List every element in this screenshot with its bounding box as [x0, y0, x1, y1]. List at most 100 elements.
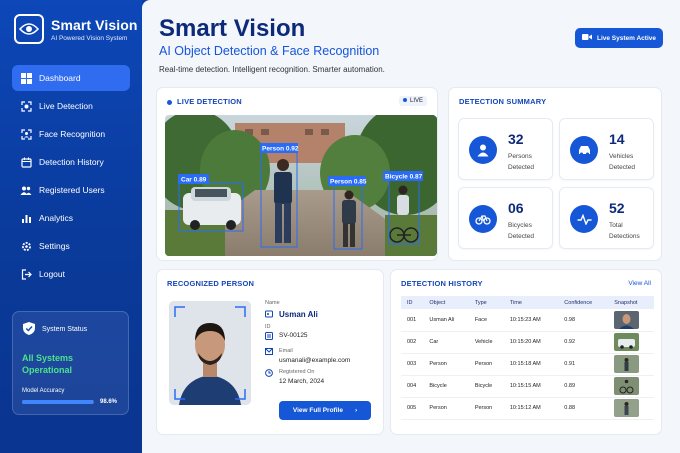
cell-type: Vehicle [468, 331, 504, 354]
logout-icon [20, 268, 32, 280]
live-system-button[interactable]: Live System Active [575, 28, 663, 48]
camera-feed[interactable]: Car 0.89 Person 0.92 Person 0.85 Bicycle… [165, 115, 437, 256]
bicycle-icon [469, 205, 497, 233]
stat-value: 14 [609, 131, 625, 147]
nav-item-dashboard[interactable]: Dashboard [12, 65, 130, 91]
snapshot-thumbnail[interactable] [614, 355, 640, 373]
stat-value: 06 [508, 200, 524, 216]
person-id: SV-00125 [279, 332, 308, 339]
calendar-icon [20, 156, 32, 168]
view-full-profile-button[interactable]: View Full Profile › [279, 401, 371, 420]
cell-time: 10:15:15 AM [503, 375, 559, 398]
cell-id: 002 [401, 331, 424, 354]
stat-value: 52 [609, 200, 625, 216]
eye-logo-icon [14, 14, 44, 44]
column-header-id: ID [401, 296, 424, 309]
cell-confidence: 0.88 [558, 397, 609, 420]
stat-label: Total Detections [609, 222, 640, 240]
person-email: usmanali@example.com [279, 357, 351, 364]
snapshot-thumbnail[interactable] [614, 333, 640, 351]
cell-time: 10:15:12 AM [503, 397, 559, 420]
recognized-person-card: RECOGNIZED PERSON Name Usman Ali ID SV-0… [156, 269, 384, 435]
live-indicator-dot [167, 99, 172, 105]
snapshot-thumbnail[interactable] [614, 310, 640, 329]
nav-item-label: Dashboard [39, 73, 81, 83]
detection-label-person-1: Person 0.92 [262, 146, 299, 153]
nav-item-label: Detection History [39, 157, 104, 167]
users-icon [20, 184, 32, 196]
face-scan-icon [20, 128, 32, 140]
table-row[interactable]: 001 Usman Ali Face 10:15:23 AM 0.98 [401, 309, 654, 332]
cell-confidence: 0.91 [558, 353, 609, 376]
stat-total: 52 Total Detections [559, 187, 654, 249]
column-header-type: Type [468, 296, 504, 309]
detection-history-card: DETECTION HISTORY View All ID Object Typ… [390, 269, 662, 435]
stat-vehicles: 14 Vehicles Detected [559, 118, 654, 180]
cell-object: Car [423, 331, 469, 354]
view-all-link[interactable]: View All [628, 280, 651, 287]
registered-label: Registered On [279, 369, 315, 375]
cell-time: 10:15:23 AM [503, 309, 559, 332]
nav-item-label: Face Recognition [39, 129, 106, 139]
person-name: Usman Ali [279, 310, 318, 319]
detection-label-bicycle: Bicycle 0.87 [385, 174, 423, 181]
column-header-snapshot: Snapshot [608, 296, 654, 309]
cell-confidence: 0.98 [558, 309, 609, 332]
nav-item-logout[interactable]: Logout [12, 261, 130, 287]
nav-item-settings[interactable]: Settings [12, 233, 130, 259]
stat-bicycles: 06 Bicycles Detected [458, 187, 553, 249]
bar-chart-icon [20, 212, 32, 224]
stat-label: Bicycles Detected [508, 222, 535, 240]
detection-history-title: DETECTION HISTORY [401, 279, 483, 288]
id-card-icon [265, 310, 275, 320]
gear-icon [20, 240, 32, 252]
model-accuracy-value: 98.6% [100, 399, 118, 405]
live-badge-text: LIVE [409, 98, 423, 104]
brand-name: Smart Vision [51, 16, 138, 33]
detection-summary-title: DETECTION SUMMARY [459, 97, 547, 106]
cell-type: Bicycle [468, 375, 504, 398]
nav-item-registered-users[interactable]: Registered Users [12, 177, 130, 203]
nav-item-label: Registered Users [39, 185, 105, 195]
page-title: Smart Vision [159, 15, 306, 42]
page-subtitle: AI Object Detection & Face Recognition [159, 44, 380, 58]
nav-item-analytics[interactable]: Analytics [12, 205, 130, 231]
sidebar: Smart Vision AI Powered Vision System Da… [0, 0, 142, 453]
cell-id: 005 [401, 397, 424, 420]
table-row[interactable]: 003 Person Person 10:15:18 AM 0.91 [401, 353, 654, 376]
live-detection-card: LIVE DETECTION LIVE Car 0.89 Person 0.92… [156, 87, 438, 261]
chevron-right-icon: › [354, 407, 358, 414]
stat-persons: 32 Persons Detected [458, 118, 553, 180]
nav-item-label: Settings [39, 241, 70, 251]
camera-scan-icon [20, 100, 32, 112]
system-status-card: System Status All Systems Operational Mo… [12, 311, 129, 415]
nav-item-label: Live Detection [39, 101, 93, 111]
dashboard-icon [20, 72, 32, 84]
nav-item-live-detection[interactable]: Live Detection [12, 93, 130, 119]
page-tagline: Real-time detection. Intelligent recogni… [159, 65, 385, 74]
cell-object: Person [423, 353, 469, 376]
cell-id: 003 [401, 353, 424, 376]
cell-id: 001 [401, 309, 424, 332]
snapshot-thumbnail[interactable] [614, 399, 640, 417]
nav-item-detection-history[interactable]: Detection History [12, 149, 130, 175]
stat-value: 32 [508, 131, 524, 147]
car-icon [570, 136, 598, 164]
main-content: Smart Vision AI Object Detection & Face … [142, 0, 680, 453]
table-row[interactable]: 004 Bicycle Bicycle 10:15:15 AM 0.89 [401, 375, 654, 398]
table-header-row: ID Object Type Time Confidence Snapshot [401, 296, 654, 309]
detection-label-car: Car 0.89 [181, 177, 207, 184]
stat-label: Persons Detected [508, 153, 535, 171]
table-row[interactable]: 005 Person Person 10:15:12 AM 0.88 [401, 397, 654, 420]
cell-type: Person [468, 353, 504, 376]
live-badge: LIVE [398, 96, 427, 106]
pulse-icon [570, 205, 598, 233]
table-row[interactable]: 002 Car Vehicle 10:15:20 AM 0.92 [401, 331, 654, 354]
id-label: ID [265, 324, 271, 330]
nav-item-face-recognition[interactable]: Face Recognition [12, 121, 130, 147]
detection-history-table: ID Object Type Time Confidence Snapshot … [401, 296, 654, 420]
cell-time: 10:15:20 AM [503, 331, 559, 354]
detection-label-person-2: Person 0.85 [330, 179, 367, 186]
snapshot-thumbnail[interactable] [614, 377, 640, 395]
sidebar-nav: Dashboard Live Detection Face Recognitio… [12, 65, 130, 289]
